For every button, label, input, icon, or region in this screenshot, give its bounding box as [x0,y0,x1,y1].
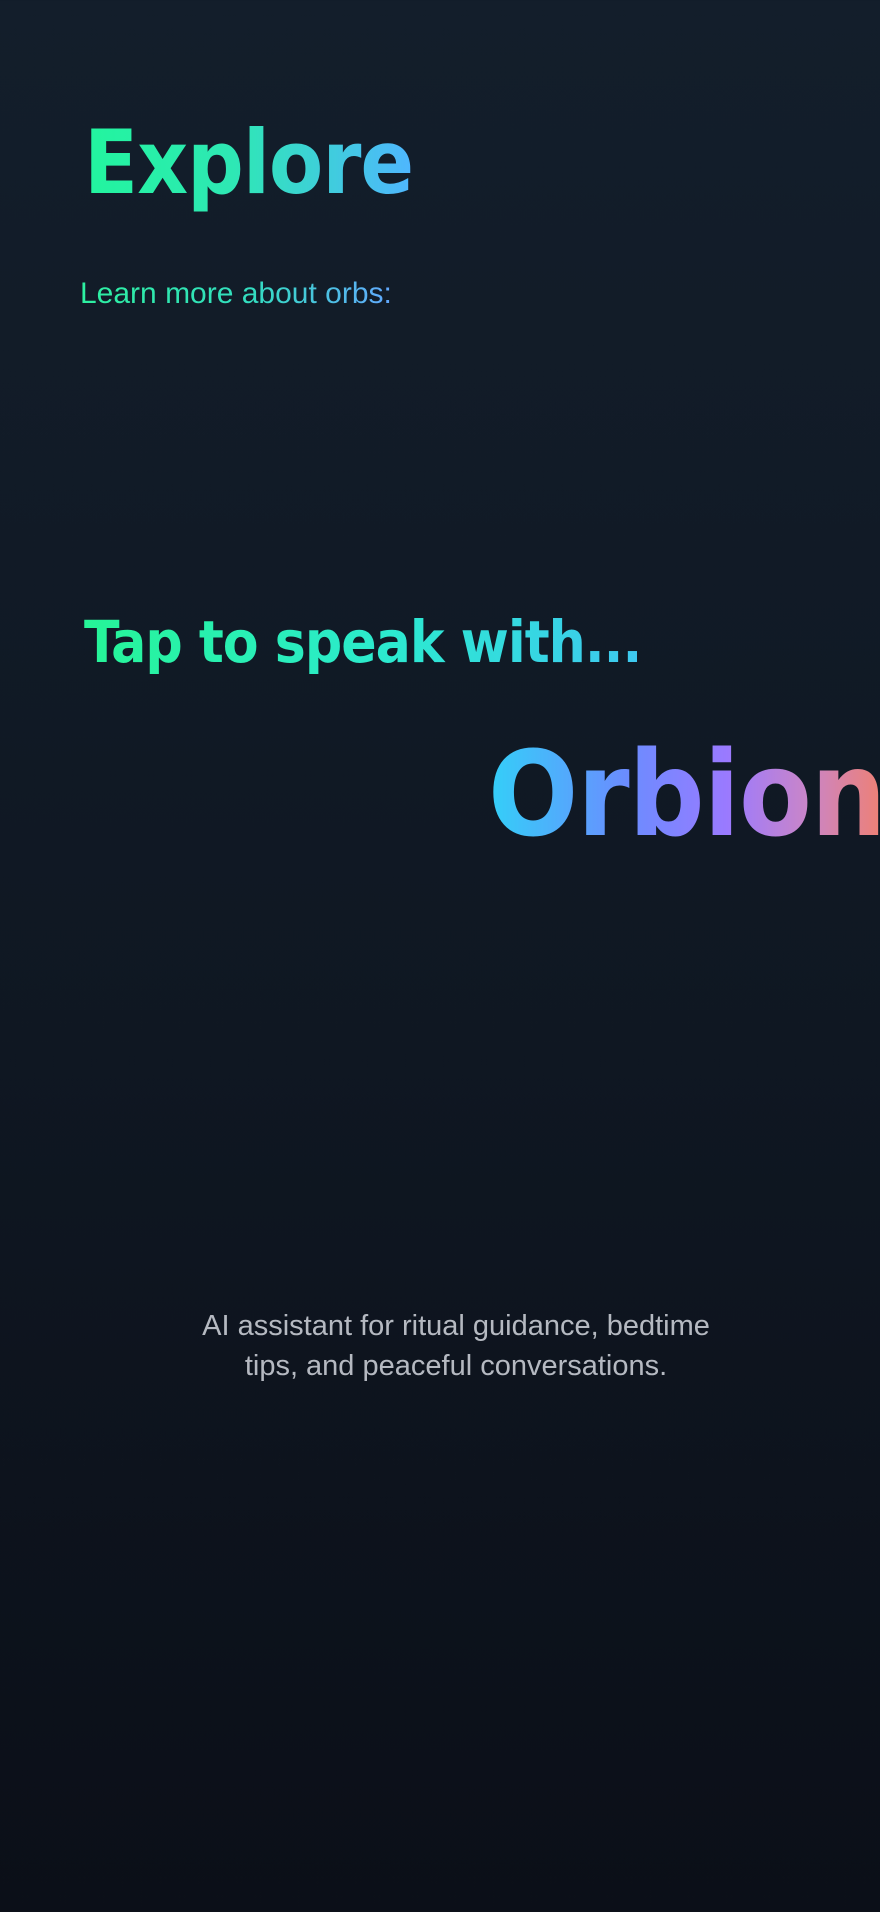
orb-name-orbion[interactable]: Orbion [488,724,880,864]
tap-to-speak-prompt: Tap to speak with... [84,604,642,680]
explore-screen: Explore Learn more about orbs: Tap to sp… [0,0,880,1912]
page-title: Explore [84,108,414,218]
orb-description: AI assistant for ritual guidance, bedtim… [202,1310,710,1382]
learn-more-link[interactable]: Learn more about orbs: [80,274,392,314]
